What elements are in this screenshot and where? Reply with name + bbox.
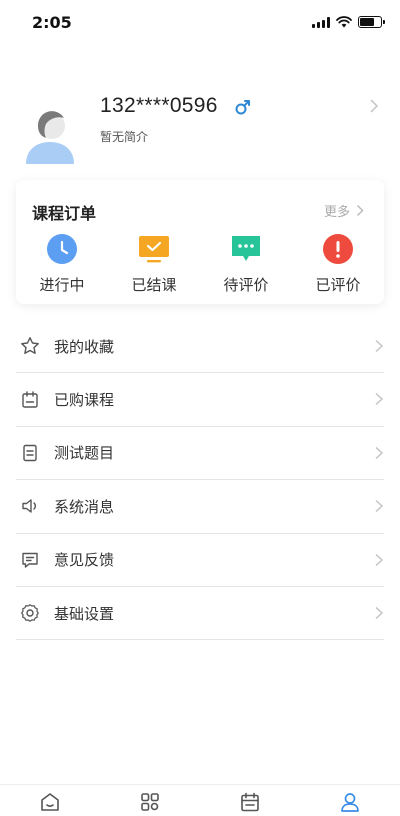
order-label: 已结课	[131, 276, 177, 294]
chevron-right-icon	[375, 339, 384, 353]
order-label: 已评价	[315, 276, 361, 294]
star-icon	[21, 337, 39, 355]
avatar[interactable]	[24, 104, 76, 164]
status-time: 2:05	[32, 13, 72, 32]
feedback-icon	[22, 552, 38, 568]
menu-label: 系统消息	[54, 497, 115, 516]
tab-home[interactable]	[0, 785, 100, 816]
document-icon	[23, 444, 37, 462]
menu-item-favorites[interactable]: 我的收藏	[16, 320, 384, 374]
gear-icon	[21, 604, 39, 622]
order-item-finished[interactable]: 已结课	[108, 232, 200, 295]
order-label: 进行中	[39, 276, 85, 294]
chevron-right-icon	[375, 606, 384, 620]
clock-icon	[47, 234, 77, 264]
tab-schedule[interactable]	[200, 785, 300, 816]
status-icons	[312, 16, 385, 28]
male-icon	[235, 100, 250, 115]
menu-item-tests[interactable]: 测试题目	[16, 427, 384, 481]
orders-title: 课程订单	[32, 204, 97, 223]
home-icon	[41, 793, 59, 811]
grid-icon	[141, 793, 159, 811]
wifi-icon	[336, 16, 352, 28]
chevron-right-icon	[375, 393, 384, 406]
menu-item-feedback[interactable]: 意见反馈	[16, 534, 384, 587]
menu-list: 我的收藏 已购课程 测试题目 系统消息 意见反馈 基础设置	[16, 320, 384, 641]
profile-bio: 暂无简介	[100, 130, 149, 144]
battery-icon	[358, 16, 385, 28]
chevron-right-icon	[356, 204, 364, 217]
tab-profile[interactable]	[300, 785, 400, 816]
tab-categories[interactable]	[100, 785, 200, 816]
menu-label: 测试题目	[54, 444, 115, 463]
speaker-icon	[22, 499, 36, 514]
menu-label: 基础设置	[54, 604, 115, 623]
orders-card: 课程订单 更多 进行中 已结课 待评价 已评价	[16, 180, 384, 304]
order-item-to-review[interactable]: 待评价	[200, 232, 292, 295]
chevron-right-icon	[375, 553, 384, 566]
orders-more-label: 更多	[323, 205, 350, 220]
orders-more-link[interactable]: 更多	[324, 201, 364, 220]
exclamation-icon	[323, 234, 353, 264]
chevron-right-icon	[370, 99, 379, 113]
schedule-icon	[241, 792, 259, 812]
status-bar: 2:05	[0, 0, 400, 44]
order-item-reviewed[interactable]: 已评价	[292, 232, 384, 295]
check-screen-icon	[139, 236, 169, 263]
menu-label: 已购课程	[54, 391, 115, 410]
bottom-tab-bar	[0, 784, 400, 816]
order-label: 待评价	[223, 276, 269, 294]
menu-item-system-messages[interactable]: 系统消息	[16, 480, 384, 534]
calendar-icon	[22, 390, 38, 408]
user-icon	[341, 793, 359, 812]
menu-label: 我的收藏	[54, 337, 115, 356]
menu-label: 意见反馈	[54, 551, 115, 570]
chevron-right-icon	[375, 446, 384, 459]
order-item-in-progress[interactable]: 进行中	[16, 232, 108, 295]
chevron-right-icon	[375, 500, 384, 513]
menu-item-settings[interactable]: 基础设置	[16, 587, 384, 641]
signal-icon	[312, 16, 330, 28]
profile-phone: 132****0596	[100, 94, 218, 117]
profile-header[interactable]: 132****0596 暂无简介	[0, 88, 400, 168]
chat-bubble-icon	[232, 236, 260, 261]
menu-item-purchased-courses[interactable]: 已购课程	[16, 373, 384, 427]
